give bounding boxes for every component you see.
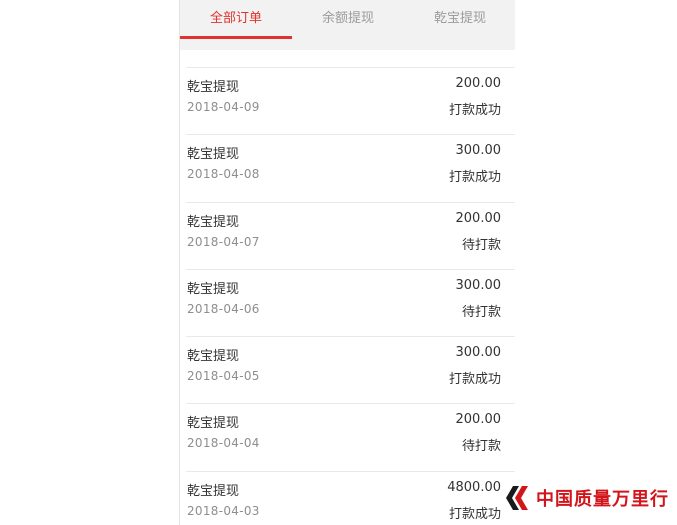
order-amount: 300.00 [455,143,502,159]
order-status: 打款成功 [448,506,501,522]
double-chevron-logo-icon [506,486,528,510]
order-title: 乾宝提现 [187,147,240,163]
order-date: 2018-04-04 [187,436,260,451]
order-amount: 200.00 [455,76,502,91]
order-title: 乾宝提现 [187,214,240,230]
tab-all-orders[interactable]: 全部订单 [180,0,292,50]
order-status: 打款成功 [448,372,501,388]
order-date: 2018-04-03 [187,503,260,518]
order-amount: 200.00 [455,210,502,226]
order-title: 乾宝提现 [187,416,240,432]
order-date: 2018-04-05 [187,369,260,384]
order-title: 乾宝提现 [187,80,240,95]
watermark: 中国质量万里行 [506,485,669,511]
tab-balance-withdraw[interactable]: 余额提现 [292,0,404,50]
order-status: 打款成功 [448,170,501,186]
order-title: 乾宝提现 [187,281,240,297]
order-date: 2018-04-07 [187,234,260,249]
order-row[interactable]: 乾宝提现 2018-04-07 200.00 待打款 [186,201,515,269]
order-status: 待打款 [461,237,501,253]
order-row[interactable]: 乾宝提现 2018-04-05 300.00 打款成功 [186,336,515,403]
phone-screen: 全部订单 余额提现 乾宝提现 乾宝提现 2018-04-09 200.00 打款… [179,0,515,525]
order-amount: 300.00 [455,345,502,361]
order-row[interactable]: 乾宝提现 2018-04-06 300.00 待打款 [186,268,515,336]
order-status: 打款成功 [448,103,501,118]
order-title: 乾宝提现 [187,483,240,499]
order-status: 待打款 [461,304,501,320]
order-row[interactable]: 乾宝提现 2018-04-03 4800.00 打款成功 [186,470,515,525]
order-date: 2018-04-09 [187,100,260,114]
watermark-text: 中国质量万里行 [536,489,669,510]
order-list: 乾宝提现 2018-04-09 200.00 打款成功 乾宝提现 2018-04… [180,67,515,525]
order-amount: 300.00 [455,277,502,293]
tab-bar: 全部订单 余额提现 乾宝提现 [180,0,515,50]
order-date: 2018-04-08 [187,167,260,182]
order-row[interactable]: 乾宝提现 2018-04-09 200.00 打款成功 [186,67,515,134]
order-amount: 4800.00 [447,479,501,495]
order-amount: 200.00 [455,412,502,428]
order-title: 乾宝提现 [187,349,240,365]
order-row[interactable]: 乾宝提现 2018-04-08 300.00 打款成功 [186,134,515,201]
order-date: 2018-04-06 [187,301,260,316]
tab-qianbao-withdraw[interactable]: 乾宝提现 [404,0,515,50]
order-row[interactable]: 乾宝提现 2018-04-04 200.00 待打款 [186,403,515,470]
order-status: 待打款 [461,439,501,455]
